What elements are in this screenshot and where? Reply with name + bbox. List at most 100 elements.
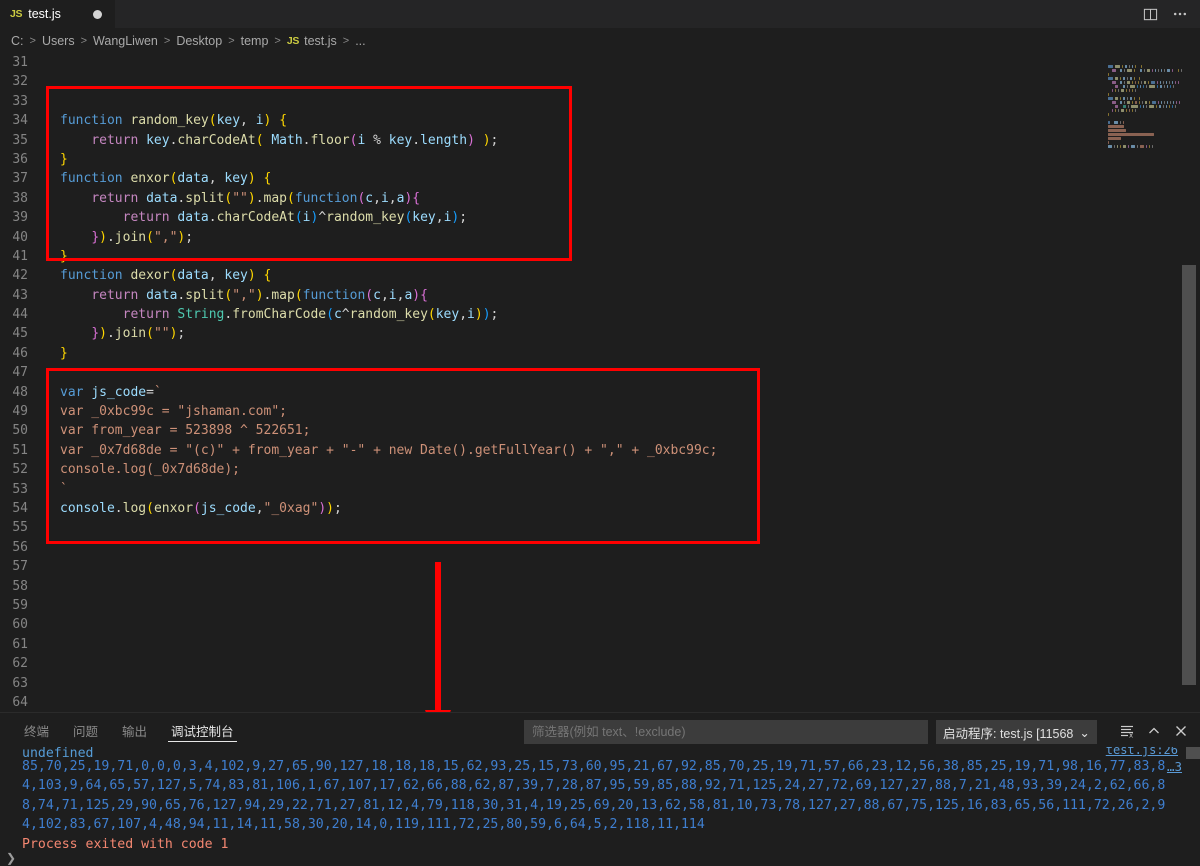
code-line[interactable]: 51 var _0x7d68de = "(c)" + from_year + "-… xyxy=(0,441,717,460)
line-content[interactable] xyxy=(44,693,60,712)
line-content[interactable] xyxy=(44,596,60,615)
code-line[interactable]: 62 xyxy=(0,654,717,673)
line-content[interactable] xyxy=(44,538,60,557)
line-content[interactable]: return key.charCodeAt( Math.floor(i % ke… xyxy=(44,131,498,150)
console-source-link[interactable]: test.js:26 xyxy=(1106,747,1178,757)
line-content[interactable] xyxy=(44,72,60,91)
line-content[interactable]: ` xyxy=(44,480,68,499)
code-line[interactable]: 44 return String.fromCharCode(c^random_k… xyxy=(0,305,717,324)
line-content[interactable] xyxy=(44,674,60,693)
breadcrumb-item-testjs[interactable]: test.js xyxy=(304,34,337,48)
debug-console-filter-input[interactable] xyxy=(524,720,928,744)
code-line[interactable]: 37 function enxor(data, key) { xyxy=(0,169,717,188)
code-line[interactable]: 39 return data.charCodeAt(i)^random_key(… xyxy=(0,208,717,227)
line-content[interactable] xyxy=(44,518,60,537)
code-line[interactable]: 56 xyxy=(0,538,717,557)
line-content[interactable] xyxy=(44,615,60,634)
line-content[interactable]: var from_year = 523898 ^ 522651; xyxy=(44,421,310,440)
line-content[interactable]: var _0x7d68de = "(c)" + from_year + "-" … xyxy=(44,441,717,460)
code-line[interactable]: 55 xyxy=(0,518,717,537)
line-content[interactable]: } xyxy=(44,344,68,363)
panel-tab-终端[interactable]: 终端 xyxy=(12,713,61,747)
line-content[interactable]: console.log(_0x7d68de); xyxy=(44,460,240,479)
console-scrollbar[interactable] xyxy=(1186,747,1200,866)
breadcrumb-item-wangliwen[interactable]: WangLiwen xyxy=(93,34,158,48)
debug-console-output[interactable]: undefined test.js:26 85,70,25,19,71,0,0,0,… xyxy=(0,747,1200,866)
line-content[interactable] xyxy=(44,53,60,72)
line-content[interactable] xyxy=(44,577,60,596)
code-line[interactable]: 64 xyxy=(0,693,717,712)
line-content[interactable]: return String.fromCharCode(c^random_key(… xyxy=(44,305,499,324)
code-line[interactable]: 34 function random_key(key, i) { xyxy=(0,111,717,130)
maximize-panel-icon[interactable] xyxy=(1143,720,1165,742)
line-content[interactable]: return data.split("").map(function(c,i,a… xyxy=(44,189,420,208)
panel-tab-调试控制台[interactable]: 调试控制台 xyxy=(159,713,246,747)
close-panel-icon[interactable] xyxy=(1170,720,1192,742)
breadcrumb-item-temp[interactable]: temp xyxy=(241,34,269,48)
clear-console-icon[interactable]: x xyxy=(1116,720,1138,742)
code-line[interactable]: 52 console.log(_0x7d68de); xyxy=(0,460,717,479)
code-lines[interactable]: 31 32 33 34 function random_key(key, i) {35 … xyxy=(0,53,717,712)
code-line[interactable]: 31 xyxy=(0,53,717,72)
line-content[interactable]: function random_key(key, i) { xyxy=(44,111,287,130)
line-content[interactable]: } xyxy=(44,150,68,169)
code-token: ` xyxy=(153,384,162,400)
code-line[interactable]: 53 ` xyxy=(0,480,717,499)
line-content[interactable] xyxy=(44,654,60,673)
line-content[interactable] xyxy=(44,635,60,654)
breadcrumb-item-[interactable]: ... xyxy=(355,34,365,48)
code-line[interactable]: 33 xyxy=(0,92,717,111)
line-content[interactable] xyxy=(44,363,60,382)
line-content[interactable]: function dexor(data, key) { xyxy=(44,266,271,285)
line-content[interactable]: var _0xbc99c = "jshaman.com"; xyxy=(44,402,287,421)
code-line[interactable]: 41} xyxy=(0,247,717,266)
console-input-prompt[interactable]: ❯ xyxy=(6,851,16,865)
breadcrumb-item-c[interactable]: C: xyxy=(11,34,24,48)
code-line[interactable]: 36} xyxy=(0,150,717,169)
line-content[interactable]: }).join(""); xyxy=(44,324,185,343)
code-line[interactable]: 35 return key.charCodeAt( Math.floor(i %… xyxy=(0,131,717,150)
debug-session-selector[interactable]: 启动程序: test.js [11568 ⌄ xyxy=(936,720,1097,744)
console-more-badge[interactable]: …3 xyxy=(1167,757,1182,776)
code-line[interactable]: 49 var _0xbc99c = "jshaman.com"; xyxy=(0,402,717,421)
code-line[interactable]: 43 return data.split(",").map(function(c… xyxy=(0,286,717,305)
unsaved-changes-dot[interactable] xyxy=(92,9,102,19)
console-scrollbar-thumb[interactable] xyxy=(1186,747,1200,759)
panel-tab-问题[interactable]: 问题 xyxy=(61,713,110,747)
code-line[interactable]: 45 }).join(""); xyxy=(0,324,717,343)
scrollbar-thumb[interactable] xyxy=(1182,265,1196,685)
code-line[interactable]: 58 xyxy=(0,577,717,596)
panel-tab-输出[interactable]: 输出 xyxy=(110,713,159,747)
line-content[interactable]: function enxor(data, key) { xyxy=(44,169,271,188)
code-line[interactable]: 54 console.log(enxor(js_code,"_0xag")); xyxy=(0,499,717,518)
line-content[interactable]: }).join(","); xyxy=(44,228,193,247)
code-line[interactable]: 61 xyxy=(0,635,717,654)
line-content[interactable]: return data.charCodeAt(i)^random_key(key… xyxy=(44,208,467,227)
code-line[interactable]: 42 function dexor(data, key) { xyxy=(0,266,717,285)
editor-vertical-scrollbar[interactable] xyxy=(1182,53,1200,712)
line-content[interactable] xyxy=(44,557,60,576)
line-content[interactable]: } xyxy=(44,247,68,266)
editor-tab-test-js[interactable]: JS test.js xyxy=(0,0,116,28)
breadcrumb-item-users[interactable]: Users xyxy=(42,34,75,48)
line-content[interactable] xyxy=(44,92,60,111)
code-line[interactable]: 32 xyxy=(0,72,717,91)
code-line[interactable]: 38 return data.split("").map(function(c,… xyxy=(0,189,717,208)
line-content[interactable]: var js_code=` xyxy=(44,383,162,402)
code-line[interactable]: 47 xyxy=(0,363,717,382)
split-editor-icon[interactable] xyxy=(1136,0,1164,28)
breadcrumb-item-desktop[interactable]: Desktop xyxy=(176,34,222,48)
editor-minimap[interactable] xyxy=(1104,53,1182,712)
code-line[interactable]: 57 xyxy=(0,557,717,576)
line-content[interactable]: console.log(enxor(js_code,"_0xag")); xyxy=(44,499,342,518)
more-actions-icon[interactable] xyxy=(1166,0,1194,28)
code-line[interactable]: 63 xyxy=(0,674,717,693)
line-content[interactable]: return data.split(",").map(function(c,i,… xyxy=(44,286,428,305)
code-line[interactable]: 50 var from_year = 523898 ^ 522651; xyxy=(0,421,717,440)
code-line[interactable]: 46} xyxy=(0,344,717,363)
code-editor[interactable]: 31 32 33 34 function random_key(key, i) {35 … xyxy=(0,53,1200,712)
code-line[interactable]: 59 xyxy=(0,596,717,615)
code-line[interactable]: 40 }).join(","); xyxy=(0,228,717,247)
code-line[interactable]: 60 xyxy=(0,615,717,634)
code-line[interactable]: 48 var js_code=` xyxy=(0,383,717,402)
